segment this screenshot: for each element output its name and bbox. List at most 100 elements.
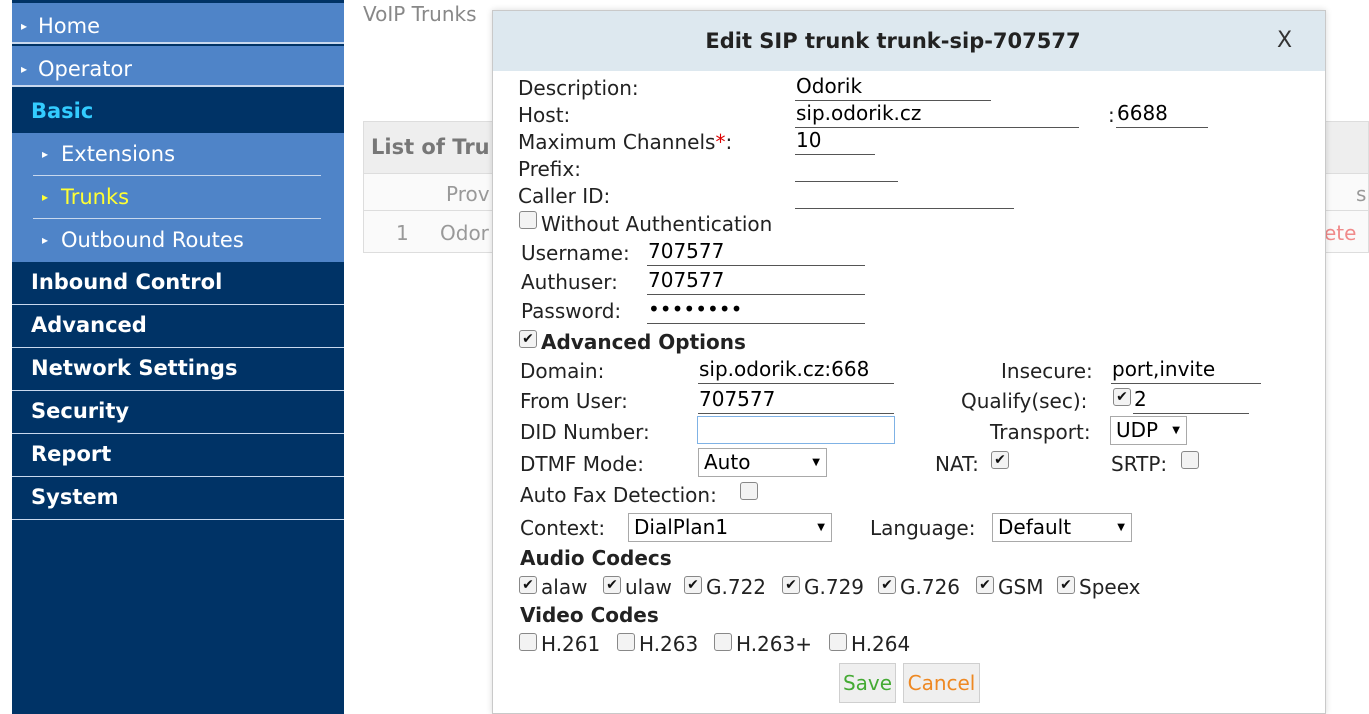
did-number-label: DID Number: — [520, 420, 650, 444]
sidebar-item-extensions[interactable]: ▸ Extensions — [33, 133, 321, 176]
codec-checkbox[interactable] — [714, 633, 732, 651]
advanced-options-checkbox[interactable]: ✔ — [519, 330, 537, 348]
sidebar-item-label: Home — [38, 14, 101, 38]
codec-label: H.264 — [851, 632, 911, 656]
without-auth-label: Without Authentication — [541, 212, 773, 236]
codec-checkbox[interactable]: ✔ — [878, 576, 896, 594]
row-name: Odor — [440, 221, 489, 245]
prefix-field[interactable] — [795, 154, 898, 182]
insecure-field[interactable]: port,invite — [1111, 356, 1261, 384]
codec-label: H.261 — [541, 632, 601, 656]
description-label: Description: — [518, 76, 639, 100]
port-field[interactable]: 6688 — [1116, 100, 1208, 128]
authuser-field[interactable]: 707577 — [647, 267, 865, 295]
from-user-label: From User: — [520, 389, 628, 413]
sidebar-item-label: Outbound Routes — [61, 228, 244, 252]
max-channels-field[interactable]: 10 — [795, 127, 875, 155]
page-title: VoIP Trunks — [363, 2, 477, 26]
password-field[interactable]: •••••••• — [647, 296, 865, 324]
srtp-label: SRTP: — [1111, 452, 1168, 476]
caller-id-field[interactable] — [795, 181, 1014, 209]
context-label: Context: — [520, 516, 606, 540]
sidebar-item-label: Network Settings — [31, 356, 238, 380]
sidebar-item-system[interactable]: System — [12, 477, 344, 520]
codec-label: H.263+ — [736, 632, 812, 656]
sidebar-item-network-settings[interactable]: Network Settings — [12, 348, 344, 391]
authuser-label: Authuser: — [521, 270, 618, 294]
codec-checkbox[interactable]: ✔ — [782, 576, 800, 594]
triangle-right-icon: ▸ — [42, 147, 49, 161]
edit-trunk-dialog: Edit SIP trunk trunk-sip-707577 X Descri… — [492, 10, 1326, 714]
codec-label: ulaw — [625, 575, 672, 599]
sidebar-item-outbound-routes[interactable]: ▸ Outbound Routes — [33, 219, 321, 262]
without-auth-checkbox[interactable] — [519, 211, 537, 229]
triangle-right-icon: ▸ — [21, 62, 28, 76]
auto-fax-label: Auto Fax Detection: — [520, 483, 717, 507]
username-field[interactable]: 707577 — [647, 238, 865, 266]
codec-label: G.722 — [706, 575, 767, 599]
language-select[interactable]: Default ▼ — [992, 513, 1132, 542]
dtmf-mode-select[interactable]: Auto ▼ — [698, 448, 827, 477]
column-header-provider: Prov — [446, 182, 490, 206]
delete-link[interactable]: ete — [1324, 212, 1356, 252]
codec-checkbox[interactable]: ✔ — [1057, 576, 1075, 594]
codec-checkbox[interactable] — [829, 633, 847, 651]
video-codecs-heading: Video Codes — [520, 603, 659, 627]
sidebar-item-label: System — [31, 485, 119, 509]
domain-field[interactable]: sip.odorik.cz:668 — [698, 356, 894, 384]
sidebar-item-security[interactable]: Security — [12, 391, 344, 434]
sidebar-item-label: Security — [31, 399, 130, 423]
nat-checkbox[interactable]: ✔ — [991, 451, 1009, 469]
sidebar-item-label: Inbound Control — [31, 270, 223, 294]
password-label: Password: — [521, 299, 622, 323]
sidebar-item-basic[interactable]: Basic — [12, 89, 344, 133]
codec-label: GSM — [998, 575, 1044, 599]
codec-label: H.263 — [639, 632, 699, 656]
language-value: Default — [998, 515, 1072, 539]
close-icon[interactable]: X — [1277, 11, 1292, 71]
did-number-field[interactable] — [697, 416, 895, 444]
sidebar-item-label: Advanced — [31, 313, 147, 337]
description-field[interactable]: Odorik — [795, 73, 991, 101]
sidebar-item-label: Basic — [31, 99, 94, 123]
context-select[interactable]: DialPlan1 ▼ — [628, 513, 832, 542]
srtp-checkbox[interactable] — [1181, 451, 1199, 469]
dialog-header: Edit SIP trunk trunk-sip-707577 X — [493, 11, 1325, 71]
sidebar-item-inbound-control[interactable]: Inbound Control — [12, 262, 344, 305]
dtmf-mode-label: DTMF Mode: — [520, 452, 644, 476]
sidebar-item-operator[interactable]: ▸ Operator — [12, 46, 344, 87]
save-button[interactable]: Save — [839, 663, 896, 703]
qualify-field[interactable]: 2 — [1133, 386, 1249, 414]
codec-checkbox[interactable] — [519, 633, 537, 651]
port-separator: : — [1108, 103, 1115, 127]
host-field[interactable]: sip.odorik.cz — [795, 100, 1079, 128]
sidebar-item-label: Trunks — [61, 185, 130, 209]
cancel-button[interactable]: Cancel — [903, 663, 980, 703]
max-channels-label: Maximum Channels*: — [518, 129, 732, 155]
sidebar-item-advanced[interactable]: Advanced — [12, 305, 344, 348]
transport-select[interactable]: UDP ▼ — [1110, 416, 1187, 445]
audio-codecs-heading: Audio Codecs — [520, 546, 672, 570]
sidebar-submenu: ▸ Extensions ▸ Trunks ▸ Outbound Routes — [12, 133, 344, 262]
dialog-title: Edit SIP trunk trunk-sip-707577 — [705, 29, 1081, 53]
username-label: Username: — [521, 241, 630, 265]
codec-label: Speex — [1079, 575, 1141, 599]
sidebar-item-trunks[interactable]: ▸ Trunks — [33, 176, 321, 219]
prefix-label: Prefix: — [518, 157, 581, 181]
auto-fax-checkbox[interactable] — [740, 482, 758, 500]
qualify-checkbox[interactable]: ✔ — [1113, 388, 1131, 406]
from-user-field[interactable]: 707577 — [698, 386, 894, 414]
codec-checkbox[interactable]: ✔ — [603, 576, 621, 594]
sidebar-item-label: Operator — [38, 57, 132, 81]
sidebar-item-home[interactable]: ▸ Home — [12, 3, 344, 44]
codec-checkbox[interactable]: ✔ — [976, 576, 994, 594]
triangle-right-icon: ▸ — [42, 190, 49, 204]
codec-checkbox[interactable]: ✔ — [684, 576, 702, 594]
dropdown-arrow-icon: ▼ — [812, 457, 820, 468]
codec-label: G.729 — [804, 575, 865, 599]
transport-label: Transport: — [990, 420, 1091, 444]
sidebar-item-report[interactable]: Report — [12, 434, 344, 477]
codec-checkbox[interactable] — [617, 633, 635, 651]
codec-label: G.726 — [900, 575, 961, 599]
codec-checkbox[interactable]: ✔ — [519, 576, 537, 594]
